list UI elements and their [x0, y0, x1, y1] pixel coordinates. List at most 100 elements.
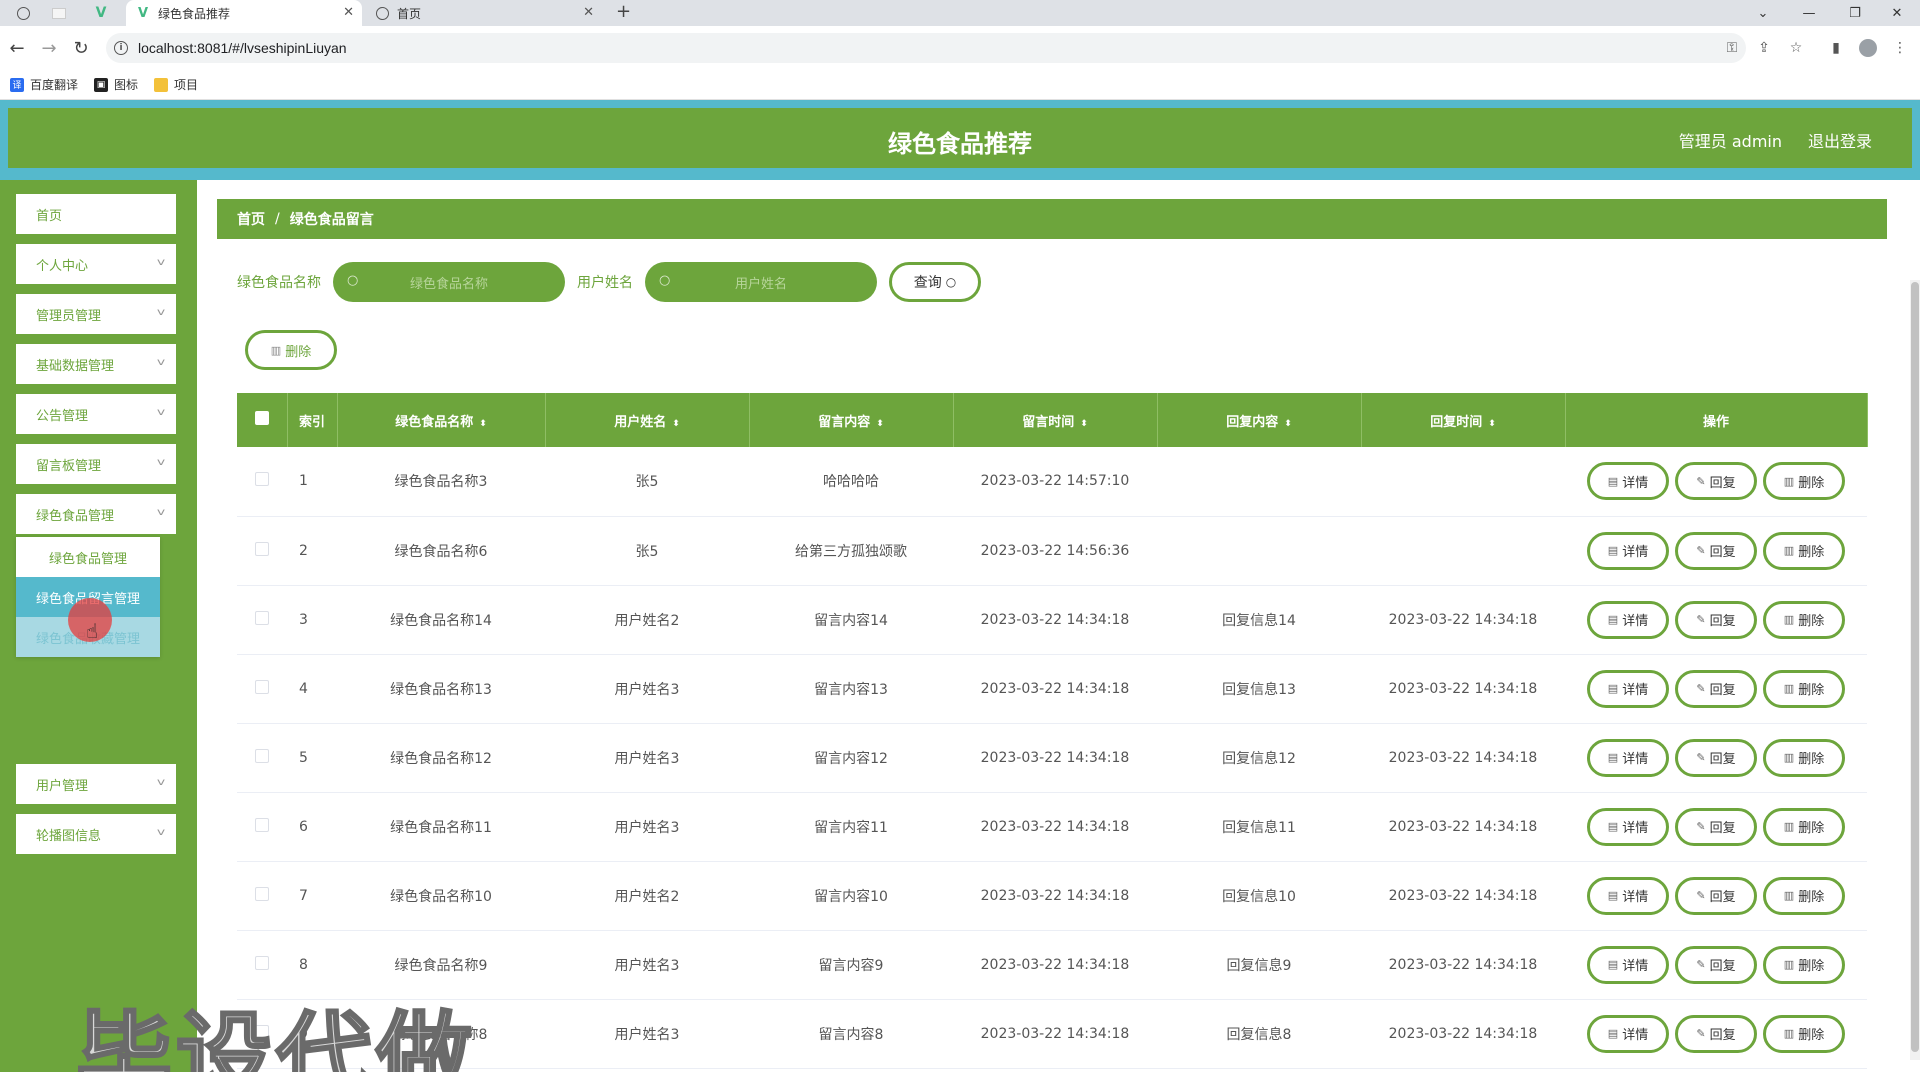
back-arrow-icon[interactable]: ←: [4, 35, 30, 61]
delete-button[interactable]: ▥ 删除: [1763, 462, 1845, 501]
pinned-tab-globe[interactable]: [12, 4, 34, 22]
user-name-input[interactable]: ○ 用户姓名: [645, 262, 877, 302]
delete-button[interactable]: ▥ 删除: [1763, 600, 1845, 639]
column-header[interactable]: 回复内容 ⬍: [1157, 393, 1362, 447]
select-all-checkbox[interactable]: [254, 411, 269, 425]
delete-button[interactable]: ▥ 删除: [1763, 876, 1845, 915]
detail-button[interactable]: ▤ 详情: [1587, 669, 1669, 708]
bookmark-item[interactable]: ▣ 图标: [94, 76, 138, 93]
food-name-input[interactable]: ○ 绿色食品名称: [333, 262, 565, 302]
forward-arrow-icon[interactable]: →: [36, 35, 62, 61]
delete-button[interactable]: ▥ 删除: [1763, 945, 1845, 984]
reply-button[interactable]: ✎ 回复: [1675, 531, 1757, 570]
pinned-tab-blank[interactable]: [48, 4, 70, 22]
row-select-cell[interactable]: [237, 792, 287, 862]
sidebar-item-home[interactable]: 首页: [16, 194, 176, 234]
reply-button[interactable]: ✎ 回复: [1675, 669, 1757, 708]
reply-button[interactable]: ✎ 回复: [1675, 462, 1757, 501]
more-menu-icon[interactable]: ⋮: [1890, 38, 1910, 58]
sidebar-item-users[interactable]: 用户管理 v: [16, 764, 176, 804]
close-icon[interactable]: ✕: [583, 5, 594, 20]
logout-link[interactable]: 退出登录: [1808, 128, 1872, 152]
delete-button[interactable]: ▥ 删除: [1763, 531, 1845, 570]
sort-icon[interactable]: ⬍: [1284, 419, 1292, 429]
restore-icon[interactable]: ❐: [1832, 0, 1878, 26]
row-select-cell[interactable]: [237, 447, 287, 517]
row-select-cell[interactable]: [237, 861, 287, 931]
row-checkbox[interactable]: [255, 748, 269, 763]
page-scrollbar[interactable]: [1910, 280, 1920, 1060]
row-checkbox[interactable]: [255, 679, 269, 694]
tab-search-icon[interactable]: ⌄: [1740, 0, 1786, 26]
detail-button[interactable]: ▤ 详情: [1587, 462, 1669, 501]
window-close-icon[interactable]: ✕: [1874, 0, 1920, 26]
reply-button[interactable]: ✎ 回复: [1675, 945, 1757, 984]
batch-delete-button[interactable]: ▥ 删除: [245, 330, 337, 370]
detail-button[interactable]: ▤ 详情: [1587, 807, 1669, 846]
sidebar-item-message-board[interactable]: 留言板管理 v: [16, 444, 176, 484]
sidebar-item-basic-data[interactable]: 基础数据管理 v: [16, 344, 176, 384]
sidebar-item-notices[interactable]: 公告管理 v: [16, 394, 176, 434]
delete-button[interactable]: ▥ 删除: [1763, 738, 1845, 777]
column-header[interactable]: 回复时间 ⬍: [1361, 393, 1566, 447]
reply-button[interactable]: ✎ 回复: [1675, 738, 1757, 777]
detail-button[interactable]: ▤ 详情: [1587, 531, 1669, 570]
reply-button[interactable]: ✎ 回复: [1675, 807, 1757, 846]
delete-button[interactable]: ▥ 删除: [1763, 1014, 1845, 1053]
profile-avatar-icon[interactable]: [1858, 38, 1878, 58]
minimize-icon[interactable]: —: [1786, 0, 1832, 26]
sort-icon[interactable]: ⬍: [1080, 419, 1088, 429]
bookmark-item[interactable]: 译 百度翻译: [10, 76, 78, 93]
submenu-item-food-manage[interactable]: 绿色食品管理: [16, 537, 160, 577]
column-header[interactable]: 留言时间 ⬍: [953, 393, 1158, 447]
column-header[interactable]: 留言内容 ⬍: [749, 393, 954, 447]
query-button[interactable]: 查询 ○: [889, 262, 981, 302]
detail-button[interactable]: ▤ 详情: [1587, 1014, 1669, 1053]
column-header[interactable]: 用户姓名 ⬍: [545, 393, 750, 447]
reply-button[interactable]: ✎ 回复: [1675, 600, 1757, 639]
tab-home[interactable]: 首页 ✕: [366, 0, 602, 26]
select-all-header[interactable]: [237, 393, 288, 447]
detail-button[interactable]: ▤ 详情: [1587, 600, 1669, 639]
row-select-cell[interactable]: [237, 723, 287, 793]
reply-button[interactable]: ✎ 回复: [1675, 1014, 1757, 1053]
sort-icon[interactable]: ⬍: [876, 419, 884, 429]
sort-icon[interactable]: ⬍: [479, 419, 487, 429]
sort-icon[interactable]: ⬍: [1488, 419, 1496, 429]
row-checkbox[interactable]: [255, 541, 269, 556]
delete-button[interactable]: ▥ 删除: [1763, 669, 1845, 708]
reload-icon[interactable]: ↻: [68, 35, 94, 61]
row-select-cell[interactable]: [237, 516, 287, 586]
sidebar-item-green-food[interactable]: 绿色食品管理 v: [16, 494, 176, 534]
scrollbar-thumb[interactable]: [1911, 282, 1919, 1052]
share-icon[interactable]: ⇪: [1754, 38, 1774, 58]
info-icon[interactable]: i: [114, 41, 128, 55]
key-icon[interactable]: ⚿: [1722, 38, 1742, 58]
detail-button[interactable]: ▤ 详情: [1587, 945, 1669, 984]
row-select-cell[interactable]: [237, 585, 287, 655]
sidebar-item-admins[interactable]: 管理员管理 v: [16, 294, 176, 334]
reply-button[interactable]: ✎ 回复: [1675, 876, 1757, 915]
bookmark-item[interactable]: 项目: [154, 76, 198, 93]
side-panel-icon[interactable]: ▮: [1826, 38, 1846, 58]
breadcrumb-home[interactable]: 首页: [237, 209, 265, 229]
new-tab-button[interactable]: +: [616, 1, 631, 22]
delete-button[interactable]: ▥ 删除: [1763, 807, 1845, 846]
sidebar-item-carousel[interactable]: 轮播图信息 v: [16, 814, 176, 854]
detail-button[interactable]: ▤ 详情: [1587, 876, 1669, 915]
close-icon[interactable]: ✕: [343, 5, 354, 20]
url-field[interactable]: i localhost:8081/#/lvseshipinLiuyan: [106, 33, 1746, 63]
sidebar-item-profile[interactable]: 个人中心 v: [16, 244, 176, 284]
pinned-tab-vue[interactable]: V: [90, 4, 112, 22]
row-checkbox[interactable]: [255, 472, 269, 487]
column-header[interactable]: 绿色食品名称 ⬍: [337, 393, 546, 447]
tab-active[interactable]: V 绿色食品推荐 ✕: [126, 0, 362, 26]
row-checkbox[interactable]: [255, 886, 269, 901]
row-checkbox[interactable]: [255, 817, 269, 832]
sort-icon[interactable]: ⬍: [672, 419, 680, 429]
row-select-cell[interactable]: [237, 654, 287, 724]
row-checkbox[interactable]: [255, 955, 269, 970]
row-checkbox[interactable]: [255, 610, 269, 625]
detail-button[interactable]: ▤ 详情: [1587, 738, 1669, 777]
star-icon[interactable]: ☆: [1786, 38, 1806, 58]
